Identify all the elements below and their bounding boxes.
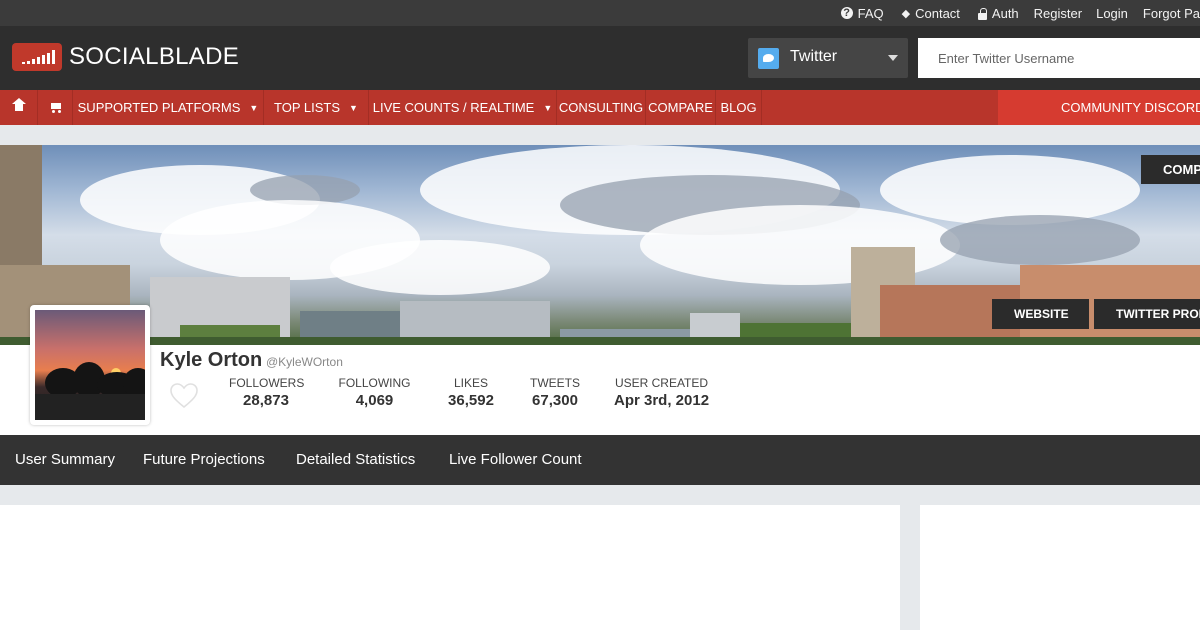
sidebar-panel <box>920 505 1200 630</box>
username-search-input[interactable] <box>918 38 1200 78</box>
nav-label: BLOG <box>720 100 757 115</box>
nav-live-counts[interactable]: LIVE COUNTS / REALTIME ▼ <box>369 90 557 125</box>
dropdown-arrow-icon: ▼ <box>349 102 358 113</box>
dropdown-arrow-icon: ▼ <box>249 102 259 113</box>
main-nav: SUPPORTED PLATFORMS ▼ TOP LISTS ▼ LIVE COU… <box>0 90 1200 125</box>
nav-compare[interactable]: COMPARE <box>646 90 716 125</box>
faq-label: FAQ <box>857 5 884 21</box>
stat-tweets: TWEETS 67,300 <box>530 376 580 409</box>
auth-link[interactable]: Auth <box>977 5 1019 21</box>
compare-button[interactable]: COMP <box>1141 155 1200 184</box>
stat-value: 4,069 <box>355 392 394 409</box>
nav-blog[interactable]: BLOG <box>716 90 762 125</box>
top-utility-bar: ? FAQ ◆ Contact Auth Register Login Forg… <box>0 0 1200 26</box>
tab-user-summary[interactable]: User Summary <box>15 435 115 485</box>
favorite-heart-icon[interactable] <box>170 383 198 409</box>
stat-value: 28,873 <box>243 392 289 409</box>
stat-label: LIKES <box>453 376 489 390</box>
profile-tabs: User Summary Future Projections Detailed… <box>0 435 1200 485</box>
socialblade-logo-icon[interactable] <box>12 43 62 71</box>
main-content-panel <box>0 505 900 630</box>
forgot-password-link[interactable]: Forgot Pa <box>1143 6 1200 21</box>
header-bar: SOCIALBLADE Twitter <box>0 26 1200 90</box>
nav-consulting[interactable]: CONSULTING <box>557 90 646 125</box>
stat-value: Apr 3rd, 2012 <box>614 392 710 409</box>
nav-label: TOP LISTS <box>274 100 341 115</box>
stat-user-created: USER CREATED Apr 3rd, 2012 <box>614 376 709 409</box>
faq-link[interactable]: ? FAQ <box>840 5 884 21</box>
stat-label: TWEETS <box>530 376 580 390</box>
nav-home[interactable] <box>0 90 38 125</box>
stat-followers: FOLLOWERS 28,873 <box>229 376 305 409</box>
twitter-profile-button[interactable]: TWITTER PROF <box>1094 299 1200 329</box>
nav-label: SUPPORTED PLATFORMS <box>77 100 241 115</box>
stat-value: 36,592 <box>448 392 494 409</box>
utility-links: ? FAQ ◆ Contact Auth Register Login Forg… <box>840 0 1200 26</box>
platform-select[interactable]: Twitter <box>748 38 908 78</box>
avatar <box>30 305 150 425</box>
profile-banner: COMP WEBSITE TWITTER PROF <box>0 145 1200 345</box>
profile-handle: @KyleWOrton <box>266 355 343 369</box>
cart-icon <box>49 102 62 113</box>
stat-likes: LIKES 36,592 <box>446 376 496 409</box>
auth-label: Auth <box>991 5 1019 21</box>
contact-label: Contact <box>915 5 960 21</box>
lock-icon <box>977 8 987 20</box>
eraser-icon: ◆ <box>901 7 911 20</box>
tab-detailed-statistics[interactable]: Detailed Statistics <box>296 435 415 485</box>
stat-label: FOLLOWERS <box>229 376 305 390</box>
stat-label: USER CREATED <box>614 376 709 390</box>
stat-label: FOLLOWING <box>338 376 411 390</box>
nav-label: CONSULTING <box>558 100 644 115</box>
stat-following: FOLLOWING 4,069 <box>338 376 411 409</box>
question-circle-icon: ? <box>840 7 853 19</box>
nav-store[interactable] <box>38 90 73 125</box>
website-button[interactable]: WEBSITE <box>992 299 1089 329</box>
nav-top-lists[interactable]: TOP LISTS ▼ <box>264 90 369 125</box>
register-link[interactable]: Register <box>1034 6 1082 21</box>
community-discord-link[interactable]: COMMUNITY DISCORD <box>998 90 1200 125</box>
nav-label: LIVE COUNTS / REALTIME <box>372 100 535 115</box>
nav-supported-platforms[interactable]: SUPPORTED PLATFORMS ▼ <box>73 90 264 125</box>
home-icon <box>11 98 26 113</box>
contact-link[interactable]: ◆ Contact <box>902 6 960 21</box>
nav-label: COMPARE <box>648 100 713 115</box>
avatar-image <box>35 310 145 420</box>
tab-live-follower-count[interactable]: Live Follower Count <box>449 435 582 485</box>
logo-text[interactable]: SOCIALBLADE <box>69 43 239 71</box>
platform-label: Twitter <box>790 48 838 65</box>
stat-value: 67,300 <box>532 392 578 409</box>
caret-down-icon <box>888 55 898 61</box>
dropdown-arrow-icon: ▼ <box>543 102 553 113</box>
profile-name: Kyle Orton <box>160 349 263 371</box>
tab-future-projections[interactable]: Future Projections <box>143 435 265 485</box>
twitter-bird-icon <box>758 48 779 69</box>
login-link[interactable]: Login <box>1096 6 1128 21</box>
